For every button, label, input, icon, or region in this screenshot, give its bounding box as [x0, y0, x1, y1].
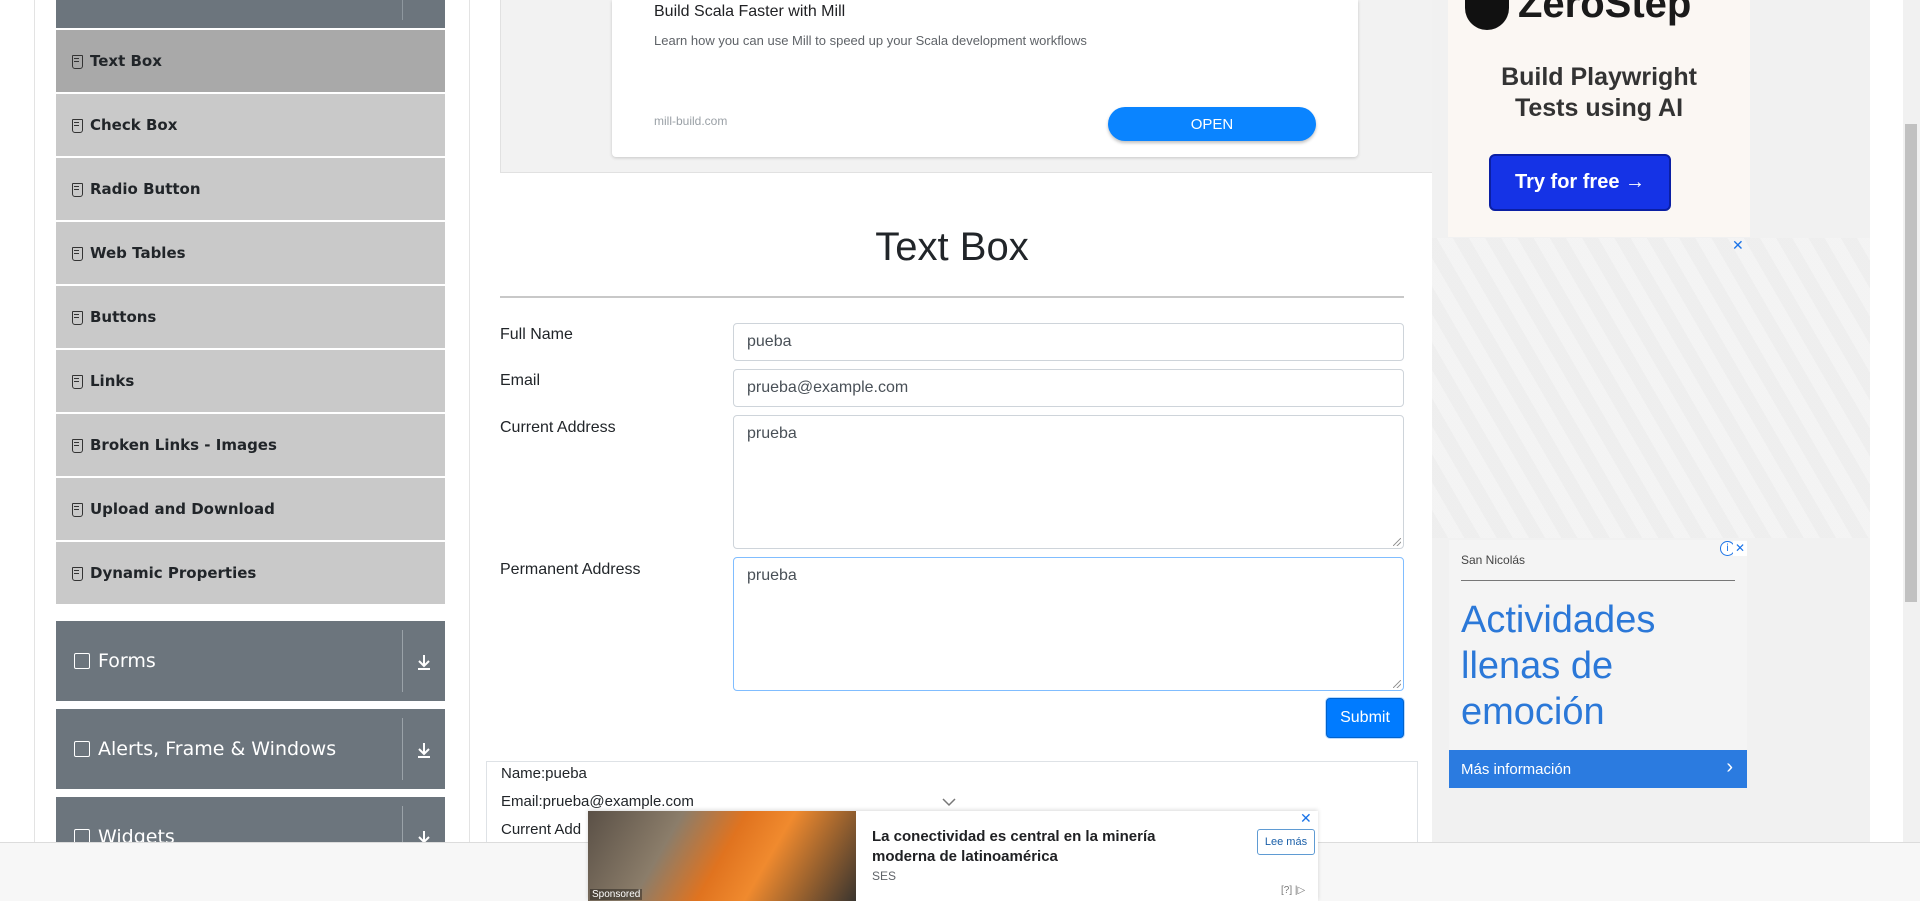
- ad-headline: Actividades llenas de emoción: [1461, 599, 1656, 733]
- output-name: Name:pueba: [501, 765, 587, 782]
- list-icon: [71, 438, 83, 453]
- group-forms[interactable]: Forms: [56, 621, 445, 701]
- elements-group-header[interactable]: [56, 0, 445, 28]
- ad-pattern-background: [1432, 238, 1870, 538]
- zerostep-headline-line-1: Build Playwright: [1501, 63, 1697, 91]
- download-arrow-icon: [418, 655, 430, 670]
- list-icon: [71, 374, 83, 389]
- form-icon: [74, 653, 90, 669]
- submit-button[interactable]: Submit: [1326, 698, 1404, 738]
- permanent-address-textarea[interactable]: prueba: [733, 557, 1404, 691]
- sponsored-headline[interactable]: La conectividad es central en la minería…: [872, 827, 1202, 867]
- permanent-address-label: Permanent Address: [500, 561, 641, 578]
- sidebar-item-buttons[interactable]: Buttons: [56, 286, 445, 348]
- lee-mas-button[interactable]: Lee más: [1257, 829, 1315, 855]
- sidebar-item-label: Text Box: [90, 52, 162, 70]
- current-address-textarea[interactable]: prueba: [733, 415, 1404, 549]
- group-alerts-frame-windows[interactable]: Alerts, Frame & Windows: [56, 709, 445, 789]
- close-icon[interactable]: ✕: [1733, 541, 1747, 556]
- zerostep-logo-icon: [1465, 0, 1509, 30]
- close-icon[interactable]: ✕: [1300, 811, 1312, 827]
- sidebar-item-label: Web Tables: [90, 244, 186, 262]
- output-current-address: Current Add: [501, 821, 582, 838]
- sidebar-item-upload-download[interactable]: Upload and Download: [56, 478, 445, 540]
- current-address-label: Current Address: [500, 419, 616, 436]
- close-icon[interactable]: ✕: [1732, 238, 1744, 254]
- list-icon: [71, 54, 83, 69]
- adchoices-icon[interactable]: [?] |▷: [1281, 885, 1305, 896]
- zerostep-brand: ZeroStep: [1518, 0, 1692, 26]
- list-icon: [71, 310, 83, 325]
- sidebar-item-label: Radio Button: [90, 180, 201, 198]
- group-label: Forms: [98, 650, 156, 672]
- list-icon: [71, 246, 83, 261]
- sidebar-item-label: Dynamic Properties: [90, 564, 257, 582]
- mas-informacion-button[interactable]: Más información ›: [1449, 750, 1747, 788]
- sidebar-item-label: Check Box: [90, 116, 178, 134]
- sidebar-item-label: Broken Links - Images: [90, 436, 277, 454]
- sidebar-item-web-tables[interactable]: Web Tables: [56, 222, 445, 284]
- full-name-label: Full Name: [500, 326, 573, 343]
- download-arrow-icon: [418, 743, 430, 758]
- permanent-address-value: prueba: [747, 567, 797, 584]
- sidebar-border: [469, 0, 470, 842]
- sidebar-item-radio-button[interactable]: Radio Button: [56, 158, 445, 220]
- zerostep-try-button[interactable]: Try for free →: [1489, 154, 1671, 211]
- top-ad-open-button[interactable]: OPEN: [1108, 107, 1316, 141]
- sponsored-source: SES: [872, 869, 897, 883]
- sponsored-ad-image[interactable]: Sponsored: [588, 811, 856, 901]
- current-address-value: prueba: [747, 425, 797, 442]
- chevron-down-icon: [942, 798, 956, 807]
- list-icon: [71, 182, 83, 197]
- group-label: Alerts, Frame & Windows: [98, 738, 337, 760]
- email-input[interactable]: prueba@example.com: [733, 369, 1404, 407]
- full-name-input[interactable]: pueba: [733, 323, 1404, 361]
- sponsored-ad[interactable]: Sponsored La conectividad es central en …: [588, 811, 1318, 901]
- sidebar-item-text-box[interactable]: Text Box: [56, 30, 445, 92]
- sidebar-item-dynamic-properties[interactable]: Dynamic Properties: [56, 542, 445, 604]
- scrollbar-thumb[interactable]: [1905, 124, 1917, 602]
- sidebar-item-links[interactable]: Links: [56, 350, 445, 412]
- ad-location: San Nicolás: [1461, 553, 1526, 567]
- left-border: [34, 0, 35, 842]
- san-nicolas-ad[interactable]: i ✕ San Nicolás Actividades llenas de em…: [1449, 540, 1747, 788]
- zerostep-ad[interactable]: ZeroStep Build Playwright Tests using AI…: [1448, 0, 1750, 237]
- output-email: Email:prueba@example.com: [501, 793, 694, 810]
- list-icon: [71, 118, 83, 133]
- chevron-right-icon: ›: [1726, 756, 1733, 778]
- sidebar-item-broken-links[interactable]: Broken Links - Images: [56, 414, 445, 476]
- sidebar-item-label: Links: [90, 372, 135, 390]
- top-ad-url: mill-build.com: [654, 114, 728, 128]
- top-ad-card[interactable]: Build Scala Faster with Mill Learn how y…: [612, 0, 1358, 157]
- title-divider: [500, 296, 1404, 298]
- zerostep-headline-line-2: Tests using AI: [1514, 94, 1684, 122]
- zerostep-headline: Build Playwright Tests using AI: [1448, 62, 1750, 124]
- cta-label: Más información: [1461, 760, 1572, 778]
- ad-divider: [1461, 580, 1735, 581]
- resize-grip-icon[interactable]: [1393, 538, 1401, 546]
- top-ad-title: Build Scala Faster with Mill: [654, 3, 846, 20]
- page-title: Text Box: [875, 225, 1029, 269]
- window-icon: [74, 741, 90, 757]
- sponsored-label: Sponsored: [590, 889, 643, 900]
- list-icon: [71, 566, 83, 581]
- list-icon: [71, 502, 83, 517]
- sidebar-item-check-box[interactable]: Check Box: [56, 94, 445, 156]
- top-ad-description: Learn how you can use Mill to speed up y…: [654, 33, 1087, 48]
- resize-grip-icon[interactable]: [1393, 680, 1401, 688]
- sidebar-item-label: Buttons: [90, 308, 157, 326]
- email-label: Email: [500, 372, 541, 389]
- sidebar-item-label: Upload and Download: [90, 500, 275, 518]
